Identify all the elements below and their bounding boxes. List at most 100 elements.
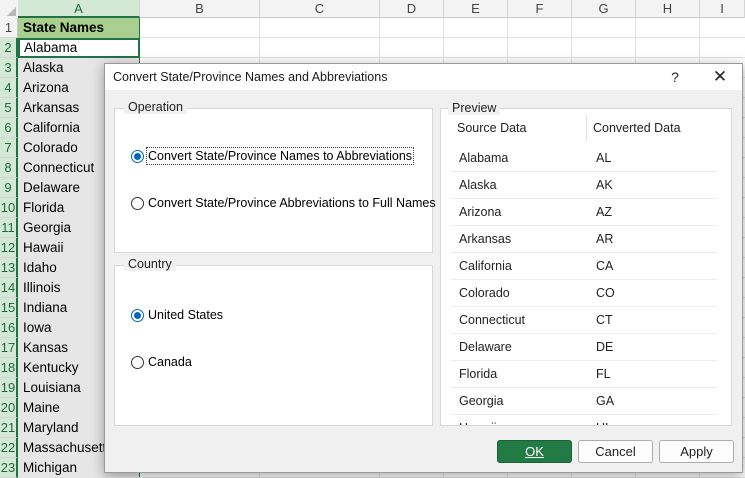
column-header-f[interactable]: F <box>508 0 572 18</box>
column-header-a[interactable]: A <box>18 0 140 18</box>
preview-table[interactable]: Source Data Converted Data Alabama AL Alas… <box>440 108 732 426</box>
row-header-16[interactable]: 16 <box>0 318 18 338</box>
column-a-header-cell[interactable]: State Names <box>18 18 140 38</box>
dialog-title: Convert State/Province Names and Abbrevi… <box>113 70 388 84</box>
operation-legend: Operation <box>124 100 187 114</box>
apply-button-label: Apply <box>680 444 713 459</box>
dialog-titlebar[interactable]: Convert State/Province Names and Abbrevi… <box>105 64 742 90</box>
row-header-9[interactable]: 9 <box>0 178 18 198</box>
row-header-15[interactable]: 15 <box>0 298 18 318</box>
preview-row[interactable]: Arkansas AR <box>451 226 717 253</box>
row-header-8[interactable]: 8 <box>0 158 18 178</box>
preview-row[interactable]: Colorado CO <box>451 280 717 307</box>
preview-row[interactable]: Alaska AK <box>451 172 717 199</box>
abbreviations-to-names-option[interactable]: Convert State/Province Abbreviations to … <box>131 196 436 210</box>
preview-row[interactable]: Alabama AL <box>451 145 717 172</box>
row-header-11[interactable]: 11 <box>0 218 18 238</box>
canada-option[interactable]: Canada <box>131 355 192 369</box>
row-header-14[interactable]: 14 <box>0 278 18 298</box>
abbreviations-to-names-radio[interactable] <box>131 196 144 210</box>
converted-data-cell: AZ <box>596 205 612 219</box>
united-states-radio[interactable] <box>131 308 144 322</box>
source-data-cell: Colorado <box>459 286 510 300</box>
column-header-b[interactable]: B <box>140 0 260 18</box>
source-data-cell: Arkansas <box>459 232 512 246</box>
source-data-cell: Florida <box>459 367 498 381</box>
source-data-cell: Arizona <box>459 205 502 219</box>
united-states-label: United States <box>148 308 224 322</box>
row-header-13[interactable]: 13 <box>0 258 18 278</box>
operation-group: Operation Convert State/Province Names t… <box>114 100 436 253</box>
row-header-21[interactable]: 21 <box>0 418 18 438</box>
row-header-1[interactable]: 1 <box>0 18 18 38</box>
converted-data-cell: FL <box>596 367 611 381</box>
apply-button[interactable]: Apply <box>659 440 734 463</box>
source-data-cell: Hawaii <box>459 415 497 425</box>
ok-button[interactable]: OK <box>497 440 572 463</box>
country-group: Country United States Canada <box>114 257 433 426</box>
cancel-button[interactable]: Cancel <box>578 440 653 463</box>
header-divider <box>586 115 587 141</box>
column-header-i[interactable]: I <box>700 0 745 18</box>
converted-data-cell: AL <box>596 151 612 165</box>
preview-row[interactable]: Georgia GA <box>451 388 717 415</box>
source-data-cell: Alaska <box>459 178 497 192</box>
row-header-19[interactable]: 19 <box>0 378 18 398</box>
row-header-6[interactable]: 6 <box>0 118 18 138</box>
row-header-4[interactable]: 4 <box>0 78 18 98</box>
row-header-2[interactable]: 2 <box>0 38 18 58</box>
converted-data-cell: CA <box>596 259 614 273</box>
converted-data-cell: CT <box>596 313 613 327</box>
preview-row[interactable]: Arizona AZ <box>451 199 717 226</box>
help-button[interactable]: ? <box>665 66 685 88</box>
preview-legend: Preview <box>448 101 501 115</box>
select-all-corner[interactable] <box>0 0 19 19</box>
source-data-cell: Alabama <box>459 151 509 165</box>
names-to-abbreviations-label: Convert State/Province Names to Abbrevia… <box>145 147 415 165</box>
row-header-10[interactable]: 10 <box>0 198 18 218</box>
row-header-17[interactable]: 17 <box>0 338 18 358</box>
ok-button-label: OK <box>525 444 544 459</box>
row-header-3[interactable]: 3 <box>0 58 18 78</box>
source-data-cell: California <box>459 259 512 273</box>
preview-row[interactable]: Hawaii HI <box>451 415 717 425</box>
column-header-g[interactable]: G <box>572 0 636 18</box>
source-data-cell: Delaware <box>459 340 512 354</box>
source-data-header[interactable]: Source Data <box>457 117 526 139</box>
preview-row[interactable]: California CA <box>451 253 717 280</box>
preview-row[interactable]: Delaware DE <box>451 334 717 361</box>
column-header-c[interactable]: C <box>260 0 380 18</box>
country-legend: Country <box>124 257 176 271</box>
close-button[interactable]: ✕ <box>705 66 735 88</box>
row-header-7[interactable]: 7 <box>0 138 18 158</box>
row-header-23[interactable]: 23 <box>0 458 18 478</box>
source-data-cell: Georgia <box>459 394 504 408</box>
abbreviations-to-names-label: Convert State/Province Abbreviations to … <box>148 196 436 210</box>
preview-row[interactable]: Florida FL <box>451 361 717 388</box>
row-header-5[interactable]: 5 <box>0 98 18 118</box>
column-header-h[interactable]: H <box>636 0 700 18</box>
source-data-cell: Connecticut <box>459 313 526 327</box>
cancel-button-label: Cancel <box>595 444 636 459</box>
canada-label: Canada <box>148 355 192 369</box>
column-header-d[interactable]: D <box>380 0 444 18</box>
converted-data-cell: DE <box>596 340 614 354</box>
canada-radio[interactable] <box>131 355 144 369</box>
row-header-12[interactable]: 12 <box>0 238 18 258</box>
convert-dialog: Convert State/Province Names and Abbrevi… <box>104 63 743 473</box>
row-header-22[interactable]: 22 <box>0 438 18 458</box>
converted-data-cell: CO <box>596 286 615 300</box>
row-header-20[interactable]: 20 <box>0 398 18 418</box>
converted-data-cell: HI <box>596 415 609 425</box>
preview-row[interactable]: Connecticut CT <box>451 307 717 334</box>
converted-data-cell: GA <box>596 394 615 408</box>
names-to-abbreviations-option[interactable]: Convert State/Province Names to Abbrevia… <box>131 147 415 165</box>
column-header-e[interactable]: E <box>444 0 508 18</box>
converted-data-header[interactable]: Converted Data <box>593 117 681 139</box>
names-to-abbreviations-radio[interactable] <box>131 149 144 163</box>
state-name-cell[interactable]: Alabama <box>18 38 140 58</box>
converted-data-cell: AK <box>596 178 613 192</box>
converted-data-cell: AR <box>596 232 614 246</box>
united-states-option[interactable]: United States <box>131 308 223 322</box>
row-header-18[interactable]: 18 <box>0 358 18 378</box>
